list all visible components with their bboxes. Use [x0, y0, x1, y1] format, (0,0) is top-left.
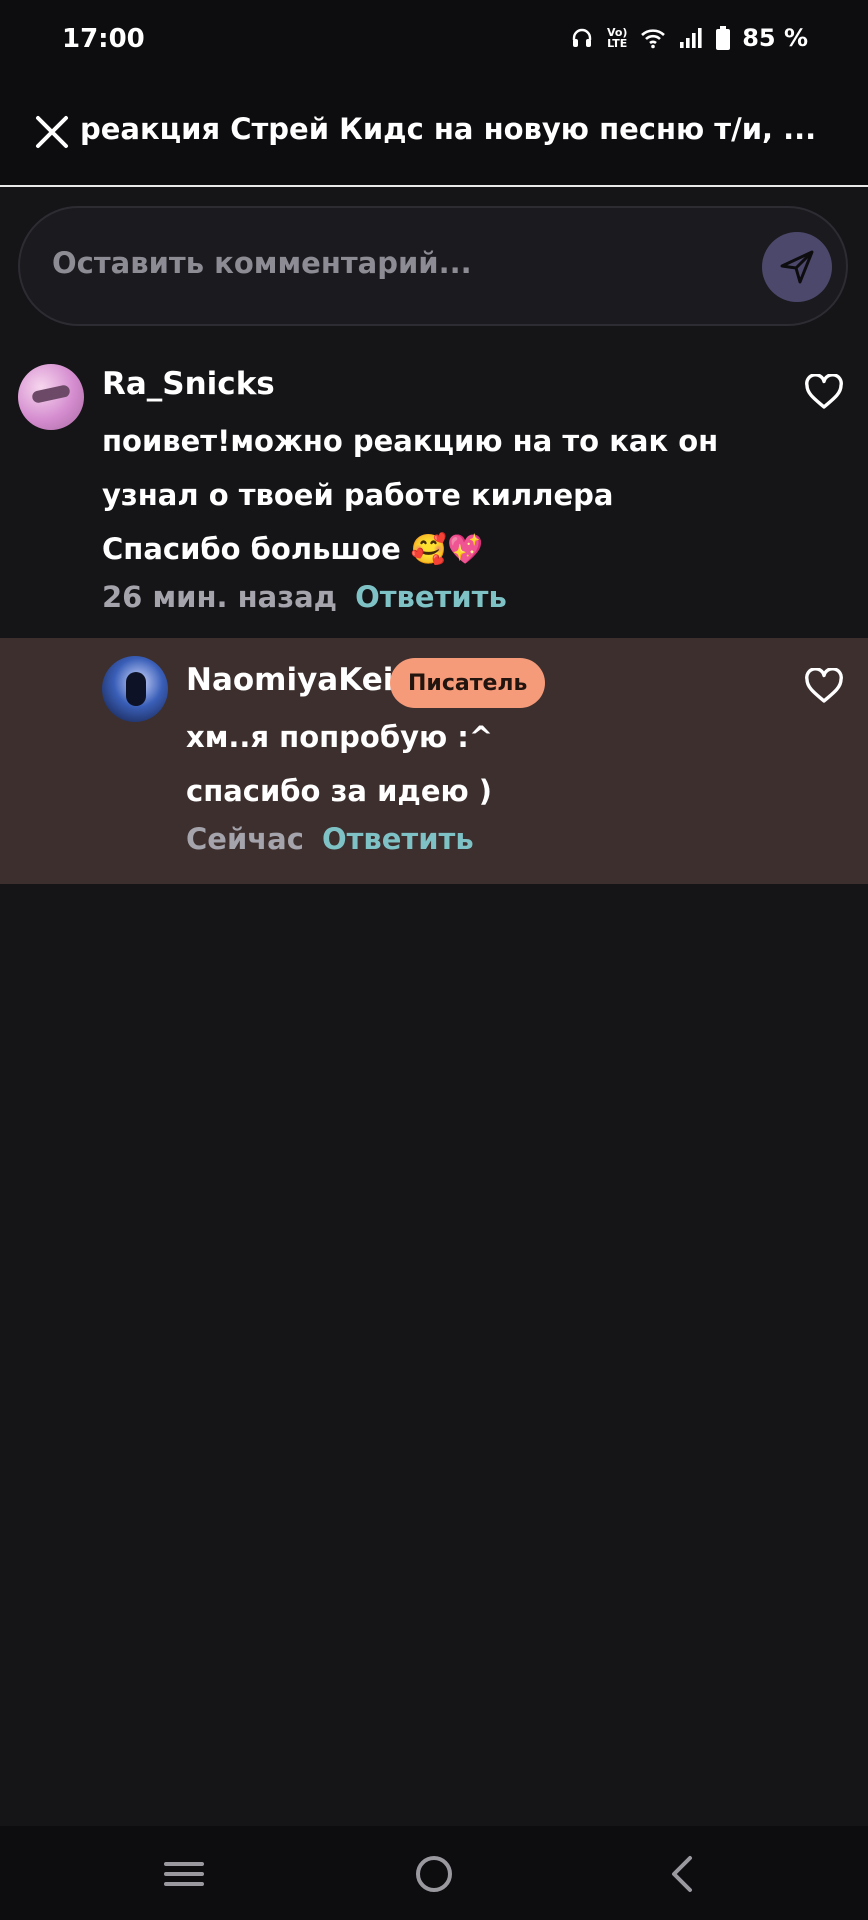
comment-line: спасибо за идею ) [186, 774, 493, 808]
comment-time: Сейчас [186, 822, 304, 856]
comment-time: 26 мин. назад [102, 580, 338, 614]
send-button[interactable] [762, 232, 832, 302]
signal-icon [680, 28, 702, 48]
comment-author[interactable]: NaomiyaKei [186, 662, 393, 698]
status-bar: 17:00 Vo) LTE 85 % [0, 0, 868, 82]
wifi-icon [641, 29, 666, 49]
comment: Ra_Snicks поивет!можно реакцию на то как… [0, 352, 868, 637]
comment-author[interactable]: Ra_Snicks [102, 366, 275, 402]
recents-icon[interactable] [160, 1850, 208, 1898]
comment-composer: Оставить комментарий... [18, 206, 848, 326]
home-icon[interactable] [410, 1850, 458, 1898]
comment-input[interactable]: Оставить комментарий... [52, 246, 472, 280]
battery-level: 85 % [742, 24, 808, 52]
heart-icon[interactable] [804, 374, 844, 410]
send-icon [780, 250, 814, 284]
page-title: реакция Стрей Кидс на новую песню т/и, .… [80, 112, 817, 146]
status-time: 17:00 [62, 24, 145, 54]
reply-comment: NaomiyaKei Писатель хм..я попробую :^ сп… [0, 638, 868, 884]
comment-line: хм..я попробую :^ [186, 720, 494, 754]
comment-meta: 26 мин. назад Ответить [102, 580, 507, 614]
headphones-icon [572, 28, 592, 47]
reply-button[interactable]: Ответить [355, 580, 507, 614]
heart-icon[interactable] [804, 668, 844, 704]
comment-text: хм..я попробую :^ спасибо за идею ) [186, 710, 493, 818]
status-icons: Vo) LTE 85 % [570, 24, 808, 52]
comment-text: поивет!можно реакцию на то как он узнал … [102, 414, 718, 576]
close-icon [36, 116, 68, 148]
battery-icon [716, 26, 731, 50]
header: реакция Стрей Кидс на новую песню т/и, .… [0, 82, 868, 187]
writer-badge: Писатель [390, 658, 546, 708]
volte-icon: Vo) LTE [606, 26, 628, 50]
reply-button[interactable]: Ответить [322, 822, 474, 856]
comment-line: узнал о твоей работе киллера [102, 478, 614, 512]
navigation-bar [0, 1826, 868, 1920]
back-icon[interactable] [660, 1850, 708, 1898]
comment-meta: Сейчас Ответить [186, 822, 474, 856]
close-button[interactable] [32, 112, 72, 152]
comment-line: Спасибо большое 🥰💖 [102, 532, 484, 566]
comment-line: поивет!можно реакцию на то как он [102, 424, 719, 458]
avatar[interactable] [18, 364, 84, 430]
avatar[interactable] [102, 656, 168, 722]
